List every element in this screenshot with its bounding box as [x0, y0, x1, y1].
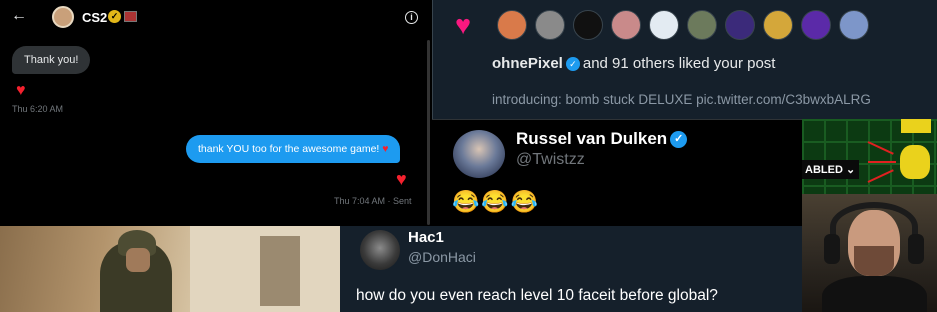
liker-avatar[interactable]	[573, 10, 603, 40]
tweet-russel[interactable]: Russel van Dulken ✓ @Twistzz 😂😂😂	[432, 119, 802, 226]
conversation-name[interactable]: CS2	[82, 10, 107, 25]
headphone-cup	[824, 234, 840, 264]
post-snippet[interactable]: introducing: bomb stuck DELUXE pic.twitt…	[492, 92, 871, 107]
like-notification[interactable]: ♥ ohnePixel ✓ and 91 others liked your pos…	[432, 0, 937, 119]
heart-icon: ♥	[455, 10, 472, 40]
avatar[interactable]	[360, 230, 400, 270]
dm-header: ← CS2 ✓ i	[0, 0, 432, 36]
soldier-face	[126, 248, 150, 272]
duck-emote	[900, 145, 930, 179]
liker-avatar[interactable]	[687, 10, 717, 40]
verified-icon: ✓	[565, 57, 580, 72]
streamer-body	[822, 276, 927, 312]
avatar[interactable]	[453, 130, 505, 178]
liker-avatar[interactable]	[763, 10, 793, 40]
liker-avatar[interactable]	[535, 10, 565, 40]
outgoing-message-text: thank YOU too for the awesome game!	[198, 143, 380, 155]
tweet-text: 😂😂😂	[452, 189, 541, 214]
flag-icon	[124, 11, 137, 22]
liker-avatar[interactable]	[497, 10, 527, 40]
stream-overlay: ABLED ⌄	[802, 119, 937, 194]
arrow-icon	[868, 161, 896, 163]
dm-conversation: ← CS2 ✓ i Thank you! ♥ Thu 6:20 AM thank…	[0, 0, 432, 226]
tweet-text: how do you even reach level 10 faceit be…	[356, 287, 718, 304]
message-timestamp: Thu 6:20 AM	[12, 104, 64, 114]
tweet-hac1[interactable]: Hac1 @DonHaci how do you even reach leve…	[340, 226, 802, 312]
liker-avatar[interactable]	[725, 10, 755, 40]
heart-icon: ♥	[382, 143, 389, 155]
heart-icon: ♥	[16, 82, 26, 99]
liker-avatar[interactable]	[611, 10, 641, 40]
game-screenshot	[0, 226, 340, 312]
display-name[interactable]: Russel van Dulken ✓	[516, 129, 690, 149]
liker-name[interactable]: ohnePixel	[492, 55, 563, 72]
message-status: Thu 7:04 AM · Sent	[334, 196, 412, 206]
display-name[interactable]: Hac1	[408, 229, 444, 246]
display-name-text: Russel van Dulken	[516, 129, 668, 148]
liker-avatar[interactable]	[649, 10, 679, 40]
incoming-message-bubble[interactable]: Thank you!	[12, 46, 91, 74]
avatar[interactable]	[52, 6, 74, 28]
emote-tile	[901, 119, 931, 133]
heart-icon: ♥	[396, 169, 407, 189]
verified-icon: ✓	[670, 131, 688, 149]
info-icon[interactable]: i	[405, 11, 418, 24]
liked-text: and 91 others liked your post	[582, 55, 776, 72]
handle[interactable]: @Twistzz	[516, 151, 585, 169]
gold-verified-icon: ✓	[108, 10, 121, 23]
webcam-feed	[802, 194, 937, 312]
liker-avatar[interactable]	[801, 10, 831, 40]
back-arrow-icon[interactable]: ←	[11, 7, 27, 25]
headphones-icon	[830, 202, 918, 252]
liker-avatar[interactable]	[839, 10, 869, 40]
enabled-dropdown[interactable]: ABLED ⌄	[802, 160, 860, 179]
like-summary: ohnePixel ✓ and 91 others liked your post	[492, 55, 775, 72]
window	[260, 236, 300, 306]
scrollbar[interactable]	[427, 40, 430, 225]
handle[interactable]: @DonHaci	[408, 249, 476, 265]
outgoing-message-bubble[interactable]: thank YOU too for the awesome game! ♥	[186, 135, 401, 163]
headphone-cup	[908, 234, 924, 264]
